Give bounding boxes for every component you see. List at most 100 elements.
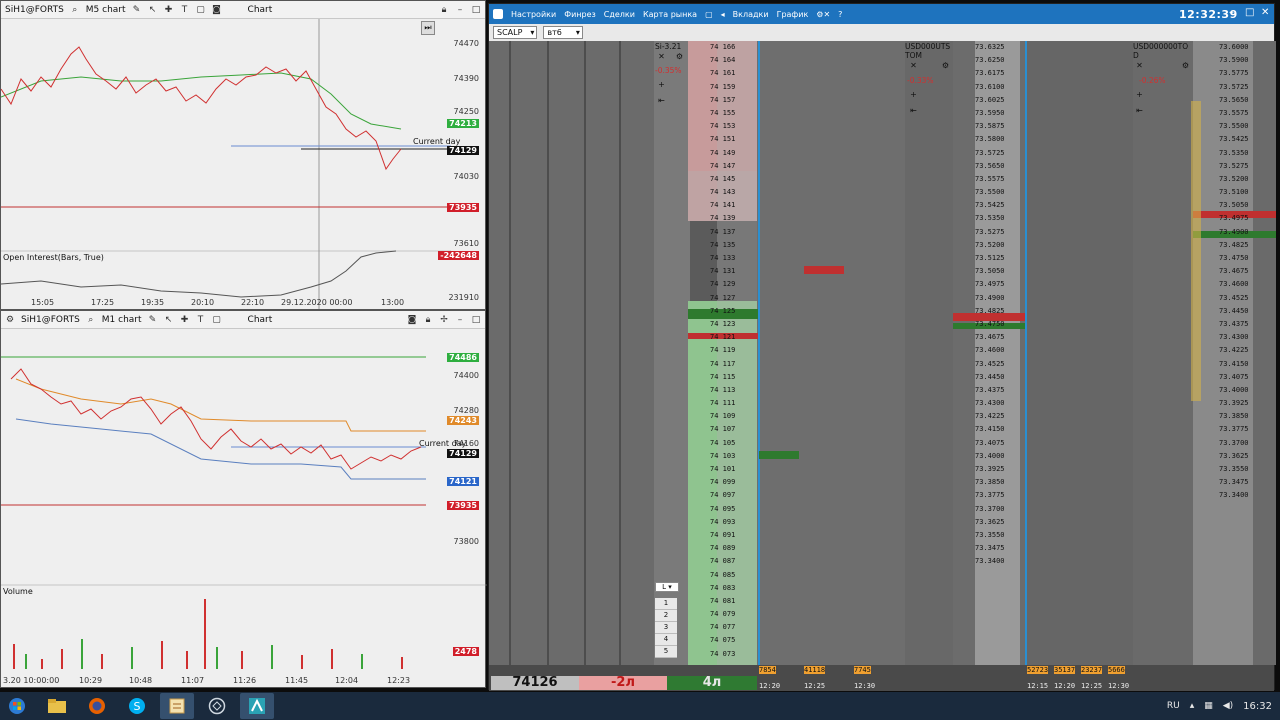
window-icon[interactable]: ▢ xyxy=(212,315,222,325)
menu-finrez[interactable]: Финрез xyxy=(564,10,596,19)
plus-icon[interactable]: + xyxy=(1135,90,1144,99)
ladder-price-row[interactable]: 73.5275 xyxy=(1219,160,1269,173)
ladder-price-row[interactable]: 73.4750 xyxy=(975,318,1021,331)
ladder-price-row[interactable]: 73.4825 xyxy=(1219,239,1269,252)
timeframe-label[interactable]: M1 chart xyxy=(102,315,142,325)
lock-icon[interactable]: 🔒︎ xyxy=(439,5,449,15)
menu-chart[interactable]: График xyxy=(777,10,809,19)
camera-icon[interactable]: ◙ xyxy=(407,315,417,325)
ladder-price-row[interactable]: 73.4600 xyxy=(1219,278,1269,291)
ladder-price-row[interactable]: 73.4000 xyxy=(975,450,1021,463)
ladder-price-row[interactable]: 73.4225 xyxy=(1219,344,1269,357)
ladder-price-row[interactable]: 74 133 xyxy=(710,252,760,265)
ladder-price-row[interactable]: 73.5950 xyxy=(975,107,1021,120)
ladder-price-row[interactable]: 74 143 xyxy=(710,186,760,199)
arrow-up-icon[interactable]: ▴ xyxy=(1190,701,1195,711)
ladder-price-row[interactable]: 74 153 xyxy=(710,120,760,133)
collapse-icon[interactable]: ⇤ xyxy=(657,96,666,105)
ladder-price-row[interactable]: 74 159 xyxy=(710,81,760,94)
search-icon[interactable]: ⌕ xyxy=(70,5,80,15)
usd-tod-price-ladder[interactable]: 73.6000 73.5900 73.5775 73.5725 73.5650 73.55… xyxy=(1219,41,1269,669)
ladder-price-row[interactable]: 74 073 xyxy=(710,648,760,661)
chart-app-icon[interactable] xyxy=(200,693,234,719)
ladder-price-row[interactable]: 74 081 xyxy=(710,595,760,608)
gear-icon[interactable]: ⚙ xyxy=(5,315,15,325)
ladder-price-row[interactable]: 73.5650 xyxy=(1219,94,1269,107)
close-icon[interactable]: ✕ xyxy=(1261,7,1269,18)
ladder-price-row[interactable]: 73.4450 xyxy=(975,371,1021,384)
ladder-price-row[interactable]: 74 103 xyxy=(710,450,760,463)
ladder-price-row[interactable]: 73.3625 xyxy=(975,516,1021,529)
ladder-price-row[interactable]: 73.3400 xyxy=(1219,489,1269,502)
menu-deals[interactable]: Сделки xyxy=(604,10,635,19)
text-icon[interactable]: T xyxy=(180,5,190,15)
ladder-price-row[interactable]: 73.4825 xyxy=(975,305,1021,318)
ladder-price-row[interactable]: 74 083 xyxy=(710,582,760,595)
minimize-icon[interactable]: – xyxy=(455,5,465,15)
gear-icon[interactable]: ⚙ xyxy=(675,52,684,61)
lot-option[interactable]: 5 xyxy=(655,646,677,658)
ladder-price-row[interactable]: 73.4750 xyxy=(1219,252,1269,265)
ladder-price-row[interactable]: 74 131 xyxy=(710,265,760,278)
ladder-price-row[interactable]: 73.4675 xyxy=(1219,265,1269,278)
ladder-price-row[interactable]: 73.5050 xyxy=(1219,199,1269,212)
ladder-price-row[interactable]: 73.4075 xyxy=(975,437,1021,450)
ladder-price-row[interactable]: 73.5800 xyxy=(975,133,1021,146)
ladder-price-row[interactable]: 74 077 xyxy=(710,621,760,634)
ladder-price-row[interactable]: 73.3475 xyxy=(1219,476,1269,489)
ladder-price-row[interactable]: 73.5900 xyxy=(1219,54,1269,67)
ladder-price-row[interactable]: 73.6100 xyxy=(975,81,1021,94)
ladder-price-row[interactable]: 73.3625 xyxy=(1219,450,1269,463)
firefox-icon[interactable] xyxy=(80,693,114,719)
ladder-price-row[interactable]: 73.4900 xyxy=(975,292,1021,305)
close-icon[interactable]: ✕ xyxy=(657,52,666,61)
pin-icon[interactable]: ✢ xyxy=(439,315,449,325)
scalp-titlebar[interactable]: Настройки Финрез Сделки Карта рынка ▢ ◂ … xyxy=(489,4,1274,24)
start-button[interactable] xyxy=(0,693,34,719)
ladder-price-row[interactable]: 74 125 xyxy=(710,305,760,318)
m5-chart-window[interactable]: SiH1@FORTS ⌕ M5 chart ✎ ↖ ✚ T ▢ ◙ Chart … xyxy=(0,0,486,310)
ladder-price-row[interactable]: 74 095 xyxy=(710,503,760,516)
crosshair-icon[interactable]: ✚ xyxy=(180,315,190,325)
lock-icon[interactable]: 🔒︎ xyxy=(423,315,433,325)
ladder-price-row[interactable]: 74 127 xyxy=(710,292,760,305)
ladder-price-row[interactable]: 73.4975 xyxy=(1219,212,1269,225)
usd-tom-price-ladder[interactable]: 73.6325 73.6250 73.6175 73.6100 73.6025 73.59… xyxy=(975,41,1021,669)
ladder-price-row[interactable]: 73.4150 xyxy=(1219,358,1269,371)
ladder-price-row[interactable]: 74 141 xyxy=(710,199,760,212)
ladder-price-row[interactable]: 73.4300 xyxy=(975,397,1021,410)
ladder-price-row[interactable]: 73.5350 xyxy=(1219,147,1269,160)
ladder-price-row[interactable]: 73.3700 xyxy=(1219,437,1269,450)
menu-market-map[interactable]: Карта рынка xyxy=(643,10,697,19)
ladder-price-row[interactable]: 73.5500 xyxy=(1219,120,1269,133)
scalp-window[interactable]: Настройки Финрез Сделки Карта рынка ▢ ◂ … xyxy=(488,3,1276,691)
ladder-price-row[interactable]: 74 164 xyxy=(710,54,760,67)
ladder-price-row[interactable]: 74 113 xyxy=(710,384,760,397)
ladder-price-row[interactable]: 74 117 xyxy=(710,358,760,371)
ladder-price-row[interactable]: 73.5100 xyxy=(1219,186,1269,199)
ladder-price-row[interactable]: 73.3850 xyxy=(1219,410,1269,423)
maximize-icon[interactable]: □ xyxy=(471,5,481,15)
lot-option[interactable]: 1 xyxy=(655,598,677,610)
pencil-icon[interactable]: ✎ xyxy=(148,315,158,325)
plus-icon[interactable]: + xyxy=(657,80,666,89)
ladder-price-row[interactable]: 73.5575 xyxy=(975,173,1021,186)
scalp-app-icon[interactable] xyxy=(160,693,194,719)
minimize-icon[interactable]: – xyxy=(455,315,465,325)
ladder-price-row[interactable]: 73.4075 xyxy=(1219,371,1269,384)
ladder-price-row[interactable]: 73.5350 xyxy=(975,212,1021,225)
ladder-price-row[interactable]: 74 137 xyxy=(710,226,760,239)
ladder-price-row[interactable]: 74 075 xyxy=(710,634,760,647)
ladder-price-row[interactable]: 73.6175 xyxy=(975,67,1021,80)
ladder-price-row[interactable]: 73.5875 xyxy=(975,120,1021,133)
close-icon[interactable]: ✕ xyxy=(1135,61,1144,70)
menu-tabs[interactable]: Вкладки xyxy=(733,10,769,19)
ladder-price-row[interactable]: 73.3400 xyxy=(975,555,1021,568)
ladder-price-row[interactable]: 74 093 xyxy=(710,516,760,529)
search-icon[interactable]: ⌕ xyxy=(86,315,96,325)
ladder-price-row[interactable]: 73.5200 xyxy=(1219,173,1269,186)
ladder-price-row[interactable]: 74 121 xyxy=(710,331,760,344)
ladder-price-row[interactable]: 73.5275 xyxy=(975,226,1021,239)
lot-select[interactable]: L ▾ xyxy=(655,582,679,592)
ladder-price-row[interactable]: 73.3475 xyxy=(975,542,1021,555)
